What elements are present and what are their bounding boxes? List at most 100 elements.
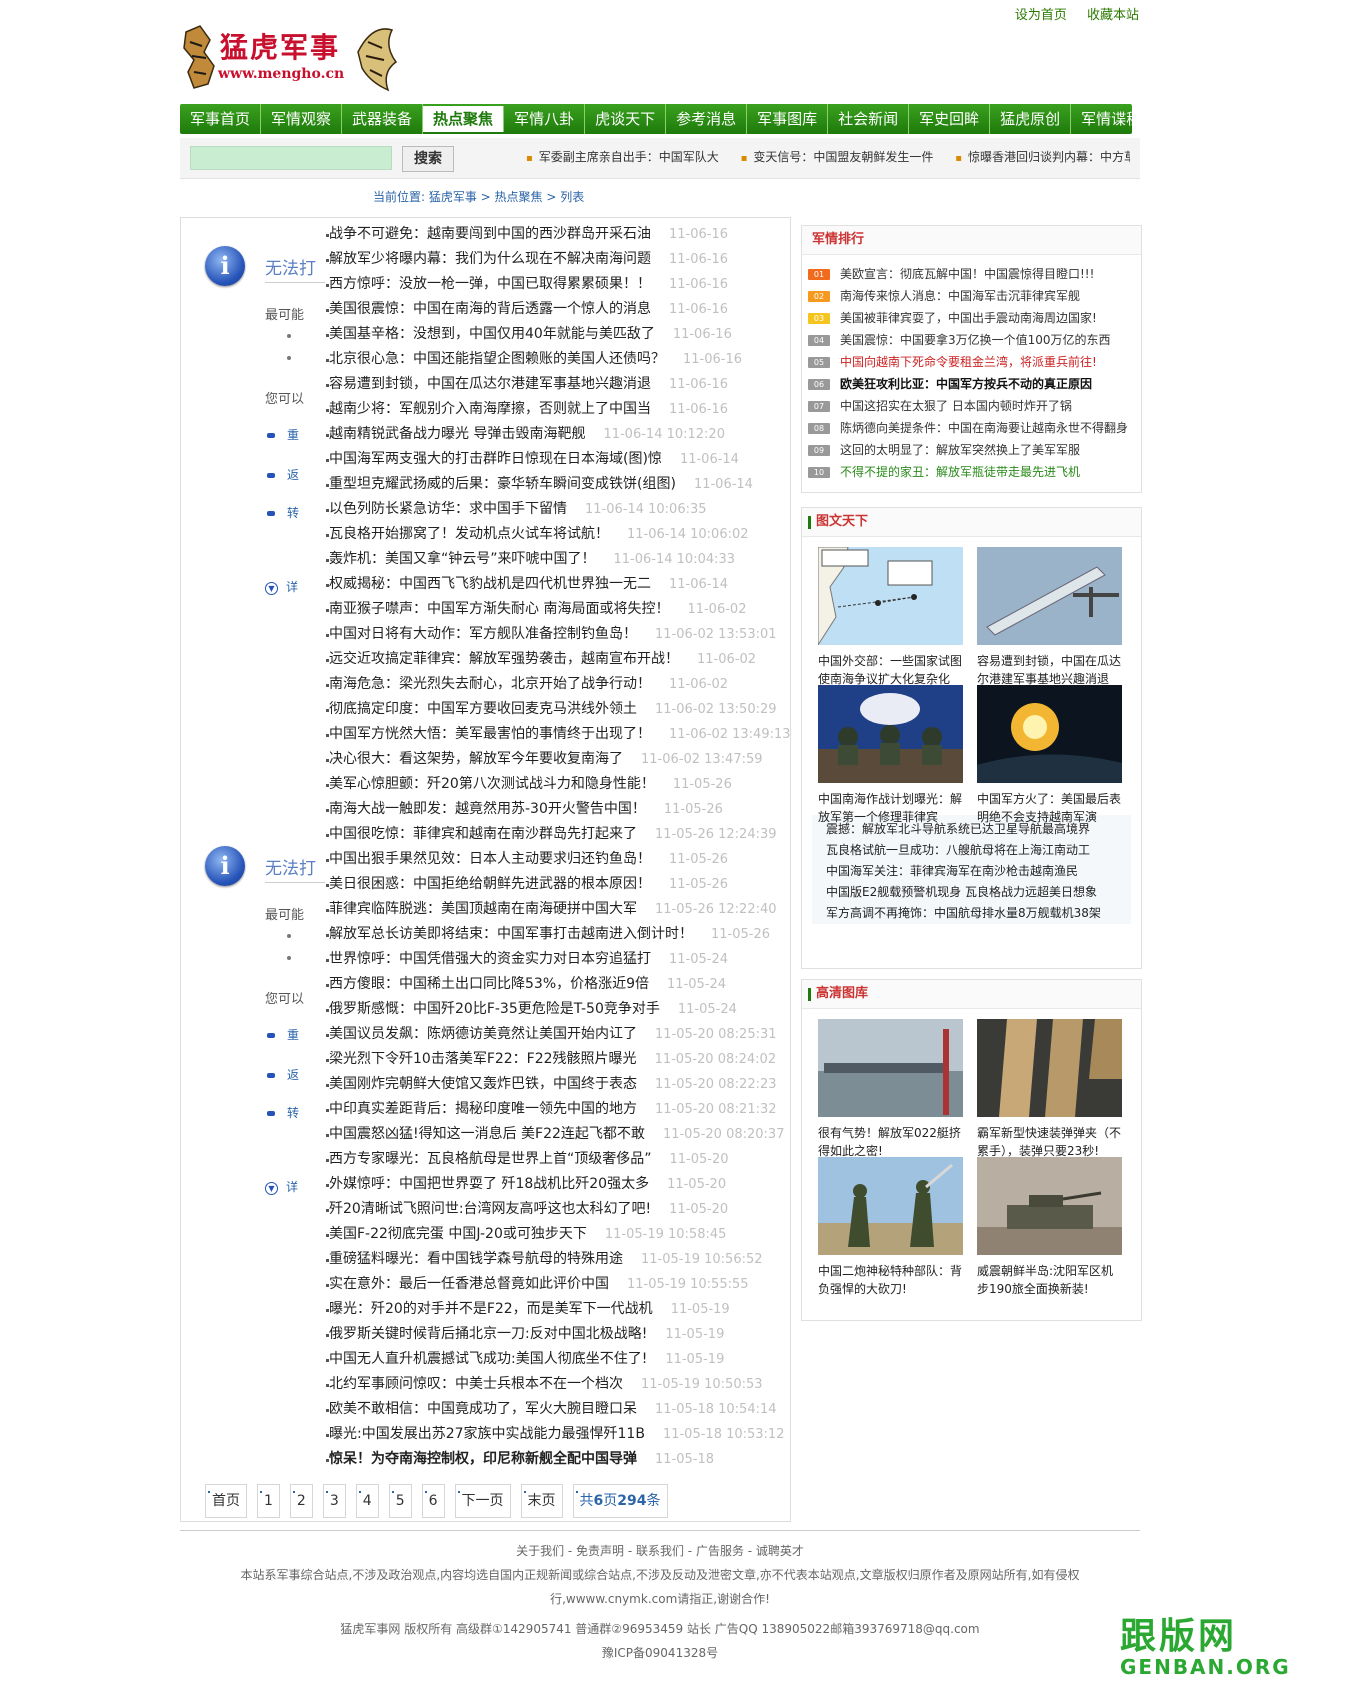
article-title[interactable]: 越南少将：军舰别介入南海摩擦，否则就上了中国当 — [329, 401, 651, 417]
list-item[interactable]: 重型坦克耀武扬威的后果：豪华轿车瞬间变成铁饼(组图) 11-06-14 — [326, 475, 799, 500]
article-title[interactable]: 实在意外：最后一任香港总督竟如此评价中国 — [329, 1276, 609, 1292]
list-item[interactable]: 曝光:中国发展出苏27家族中实战能力最强悍歼11B 11-05-18 10:53:… — [326, 1425, 799, 1450]
list-item[interactable]: 南海危急：梁光烈失去耐心，北京开始了战争行动！ 11-06-02 — [326, 675, 799, 700]
article-title[interactable]: 中国对日将有大动作：军方舰队准备控制钓鱼岛！ — [329, 626, 637, 642]
article-title[interactable]: 美国很震惊：中国在南海的背后透露一个惊人的消息 — [329, 301, 651, 317]
list-item[interactable]: 菲律宾临阵脱逃：美国顶越南在南海硬拼中国大军 11-05-26 12:22:40 — [326, 900, 799, 925]
article-title[interactable]: 南海大战一触即发：越竟然用苏-30开火警告中国！ — [329, 801, 646, 817]
ranking-item[interactable]: 08 陈炳德向美提条件：中国在南海要让越南永世不得翻身 — [808, 417, 1130, 439]
site-logo[interactable]: 猛虎军事 www.mengho.cn — [180, 22, 402, 94]
article-title[interactable]: 西方专家曝光：瓦良格航母是世界上首“顶级奢侈品” — [329, 1151, 652, 1167]
list-item[interactable]: 瓦良格开始挪窝了！发动机点火试车将试航！ 11-06-14 10:06:02 — [326, 525, 799, 550]
article-title[interactable]: 美国F-22彻底完蛋 中国J-20或可独步天下 — [329, 1226, 587, 1242]
nav-item[interactable]: 虎谈天下 — [585, 104, 667, 134]
search-button[interactable]: 搜索 — [402, 146, 454, 172]
details-toggle[interactable]: ▼ 详 — [265, 578, 298, 595]
list-item[interactable]: 北京很心急：中国还能指望企图赖账的美国人还债吗？ 11-06-16 — [326, 350, 799, 375]
news-link[interactable]: 军方高调不再掩饰：中国航母排水量8万舰载机38架 — [826, 903, 1126, 924]
list-item[interactable]: 美国很震惊：中国在南海的背后透露一个惊人的消息 11-06-16 — [326, 300, 799, 325]
page-button[interactable]: 5 — [388, 1484, 412, 1518]
list-item[interactable]: 中国无人直升机震撼试飞成功:美国人彻底坐不住了! 11-05-19 — [326, 1350, 799, 1375]
list-item[interactable]: 惊呆！为夺南海控制权，印尼称新舰全配中国导弹 11-05-18 — [326, 1450, 799, 1475]
page-button[interactable]: 下一页 — [454, 1484, 511, 1518]
article-title[interactable]: 以色列防长紧急访华：求中国手下留情 — [329, 501, 567, 517]
nav-item[interactable]: 军事图库 — [747, 104, 829, 134]
page-button[interactable]: 1 — [257, 1484, 280, 1518]
article-title[interactable]: 北京很心急：中国还能指望企图赖账的美国人还债吗？ — [329, 351, 665, 367]
ranking-item[interactable]: 03 美国被菲律宾耍了，中国出手震动南海周边国家! — [808, 307, 1130, 329]
ranking-item[interactable]: 06 欧美狂攻利比亚：中国军方按兵不动的真正原因 — [808, 373, 1130, 395]
list-item[interactable]: 解放军少将曝内幕：我们为什么现在不解决南海问题 11-06-16 — [326, 250, 799, 275]
article-title[interactable]: 重型坦克耀武扬威的后果：豪华轿车瞬间变成铁饼(组图) — [329, 476, 676, 492]
list-item[interactable]: 世界惊呼：中国凭借强大的资金实力对日本穷追猛打 11-05-24 — [326, 950, 799, 975]
article-title[interactable]: 瓦良格开始挪窝了！发动机点火试车将试航！ — [329, 526, 609, 542]
ticker-item[interactable]: 惊曝香港回归谈判内幕：中方草案 — [955, 150, 1130, 164]
page-button[interactable]: 2 — [289, 1484, 313, 1518]
nav-item[interactable]: 军情谍秘 — [1071, 104, 1132, 134]
article-title[interactable]: 中国军方恍然大悟：美军最害怕的事情终于出现了！ — [329, 726, 651, 742]
list-item[interactable]: 俄罗斯关键时候背后捅北京一刀:反对中国北极战略! 11-05-19 — [326, 1325, 799, 1350]
article-title[interactable]: 南亚猴子噤声：中国军方渐失耐心 南海局面或将失控！ — [329, 601, 669, 617]
list-item[interactable]: 南海大战一触即发：越竟然用苏-30开火警告中国！ 11-05-26 — [326, 800, 799, 825]
list-item[interactable]: 解放军总长访美即将结束：中国军事打击越南进入倒计时！ 11-05-26 — [326, 925, 799, 950]
list-item[interactable]: 梁光烈下令歼10击落美军F22：F22残骸照片曝光 11-05-20 08:24:… — [326, 1050, 799, 1075]
picture-card[interactable]: 中国外交部：一些国家试图使南海争议扩大化复杂化 — [817, 546, 963, 688]
nav-item[interactable]: 军史回眸 — [909, 104, 991, 134]
picture-card[interactable]: 容易遭到封锁，中国在瓜达尔港建军事基地兴趣消退 — [977, 547, 1122, 688]
nav-item[interactable]: 军事首页 — [180, 104, 262, 134]
error-option[interactable]: 转 — [267, 1104, 299, 1121]
list-item[interactable]: 轰炸机：美国又拿“钟云号”来吓唬中国了！ 11-06-14 10:04:33 — [326, 550, 799, 575]
list-item[interactable]: 美国基辛格：没想到，中国仅用40年就能与美匹敌了 11-06-16 — [326, 325, 799, 350]
ranking-text[interactable]: 不得不提的家丑：解放军瓶徒带走最先进飞机 — [840, 465, 1080, 479]
article-title[interactable]: 美日很困惑：中国拒绝给朝鲜先进武器的根本原因！ — [329, 876, 651, 892]
article-title[interactable]: 外媒惊呼：中国把世界耍了 歼18战机比歼20强太多 — [329, 1176, 649, 1192]
article-title[interactable]: 权威揭秘：中国西飞飞豹战机是四代机世界独一无二 — [329, 576, 651, 592]
article-title[interactable]: 世界惊呼：中国凭借强大的资金实力对日本穷追猛打 — [329, 951, 651, 967]
ranking-item[interactable]: 02 南海传来惊人消息：中国海军击沉菲律宾军舰 — [808, 285, 1130, 307]
article-title[interactable]: 歼20清晰试飞照问世:台湾网友高呼这也太科幻了吧! — [329, 1201, 651, 1217]
article-title[interactable]: 美国刚炸完朝鲜大使馆又轰炸巴铁，中国终于表态 — [329, 1076, 637, 1092]
ranking-text[interactable]: 南海传来惊人消息：中国海军击沉菲律宾军舰 — [840, 289, 1080, 303]
ranking-text[interactable]: 中国向越南下死命令要租金兰湾，将派重兵前往! — [840, 355, 1097, 369]
news-link[interactable]: 震撼：解放军北斗导航系统已达卫星导航最高境界 — [826, 819, 1126, 840]
nav-item[interactable]: 猛虎原创 — [990, 104, 1072, 134]
error-option[interactable]: 返 — [267, 466, 299, 483]
list-item[interactable]: 西方惊呼：没放一枪一弹，中国已取得累累硕果！！ 11-06-16 — [326, 275, 799, 300]
article-title[interactable]: 西方傻眼：中国稀土出口同比降53%，价格涨近9倍 — [329, 976, 649, 992]
list-item[interactable]: 重磅猛料曝光：看中国钱学森号航母的特殊用途 11-05-19 10:56:52 — [326, 1250, 799, 1275]
error-option[interactable]: 重 — [267, 426, 299, 443]
picture-card[interactable]: 中国军方火了：美国最后表明绝不会支持越南军演 — [977, 685, 1122, 826]
article-title[interactable]: 解放军总长访美即将结束：中国军事打击越南进入倒计时！ — [329, 926, 693, 942]
ranking-item[interactable]: 05 中国向越南下死命令要租金兰湾，将派重兵前往! — [808, 351, 1130, 373]
list-item[interactable]: 中国震怒凶猛!得知这一消息后 美F22连起飞都不敢 11-05-20 08:20:… — [326, 1125, 799, 1150]
article-title[interactable]: 俄罗斯关键时候背后捅北京一刀:反对中国北极战略! — [329, 1326, 647, 1342]
article-title[interactable]: 美军心惊胆颤：歼20第八次测试战斗力和隐身性能！ — [329, 776, 655, 792]
ticker-item[interactable]: 变天信号：中国盟友朝鲜发生一件 — [741, 150, 934, 164]
page-button[interactable]: 4 — [355, 1484, 379, 1518]
ranking-text[interactable]: 美国被菲律宾耍了，中国出手震动南海周边国家! — [840, 311, 1097, 325]
article-title[interactable]: 彻底搞定印度：中国军方要收回麦克马洪线外领土 — [329, 701, 637, 717]
list-item[interactable]: 西方专家曝光：瓦良格航母是世界上首“顶级奢侈品” 11-05-20 — [326, 1150, 799, 1175]
list-item[interactable]: 外媒惊呼：中国把世界耍了 歼18战机比歼20强太多 11-05-20 — [326, 1175, 799, 1200]
gallery-card[interactable]: 霸军新型快速装弹弹夹（不累手），装弹只要23秒! — [977, 1019, 1122, 1160]
list-item[interactable]: 中国海军两支强大的打击群昨日惊现在日本海域(图)惊 11-06-14 — [326, 450, 799, 475]
article-title[interactable]: 远交近攻搞定菲律宾：解放军强势袭击，越南宣布开战！ — [329, 651, 679, 667]
list-item[interactable]: 越南少将：军舰别介入南海摩擦，否则就上了中国当 11-06-16 — [326, 400, 799, 425]
article-title[interactable]: 战争不可避免：越南要闯到中国的西沙群岛开采石油 — [329, 226, 651, 242]
article-title[interactable]: 欧美不敢相信：中国竟成功了，军火大腕目瞪口呆 — [329, 1401, 637, 1417]
article-title[interactable]: 南海危急：梁光烈失去耐心，北京开始了战争行动！ — [329, 676, 651, 692]
ranking-text[interactable]: 美欧宣言：彻底瓦解中国！中国震惊得目瞪口!!! — [840, 267, 1094, 281]
list-item[interactable]: 权威揭秘：中国西飞飞豹战机是四代机世界独一无二 11-06-14 — [326, 575, 799, 600]
news-link[interactable]: 中国版E2舰载预警机现身 瓦良格战力远超美日想象 — [826, 882, 1126, 903]
nav-item[interactable]: 热点聚焦 — [423, 106, 505, 132]
article-title[interactable]: 解放军少将曝内幕：我们为什么现在不解决南海问题 — [329, 251, 651, 267]
article-title[interactable]: 轰炸机：美国又拿“钟云号”来吓唬中国了！ — [329, 551, 596, 567]
list-item[interactable]: 南亚猴子噤声：中国军方渐失耐心 南海局面或将失控！ 11-06-02 — [326, 600, 799, 625]
article-title[interactable]: 菲律宾临阵脱逃：美国顶越南在南海硬拼中国大军 — [329, 901, 637, 917]
list-item[interactable]: 越南精锐武备战力曝光 导弹击毁南海靶舰 11-06-14 10:12:20 — [326, 425, 799, 450]
list-item[interactable]: 远交近攻搞定菲律宾：解放军强势袭击，越南宣布开战！ 11-06-02 — [326, 650, 799, 675]
list-item[interactable]: 美国刚炸完朝鲜大使馆又轰炸巴铁，中国终于表态 11-05-20 08:22:23 — [326, 1075, 799, 1100]
search-input[interactable] — [190, 146, 392, 170]
gallery-card[interactable]: 威震朝鲜半岛:沈阳军区机步190旅全面换新装! — [977, 1157, 1122, 1298]
details-toggle[interactable]: ▼ 详 — [265, 1178, 298, 1195]
